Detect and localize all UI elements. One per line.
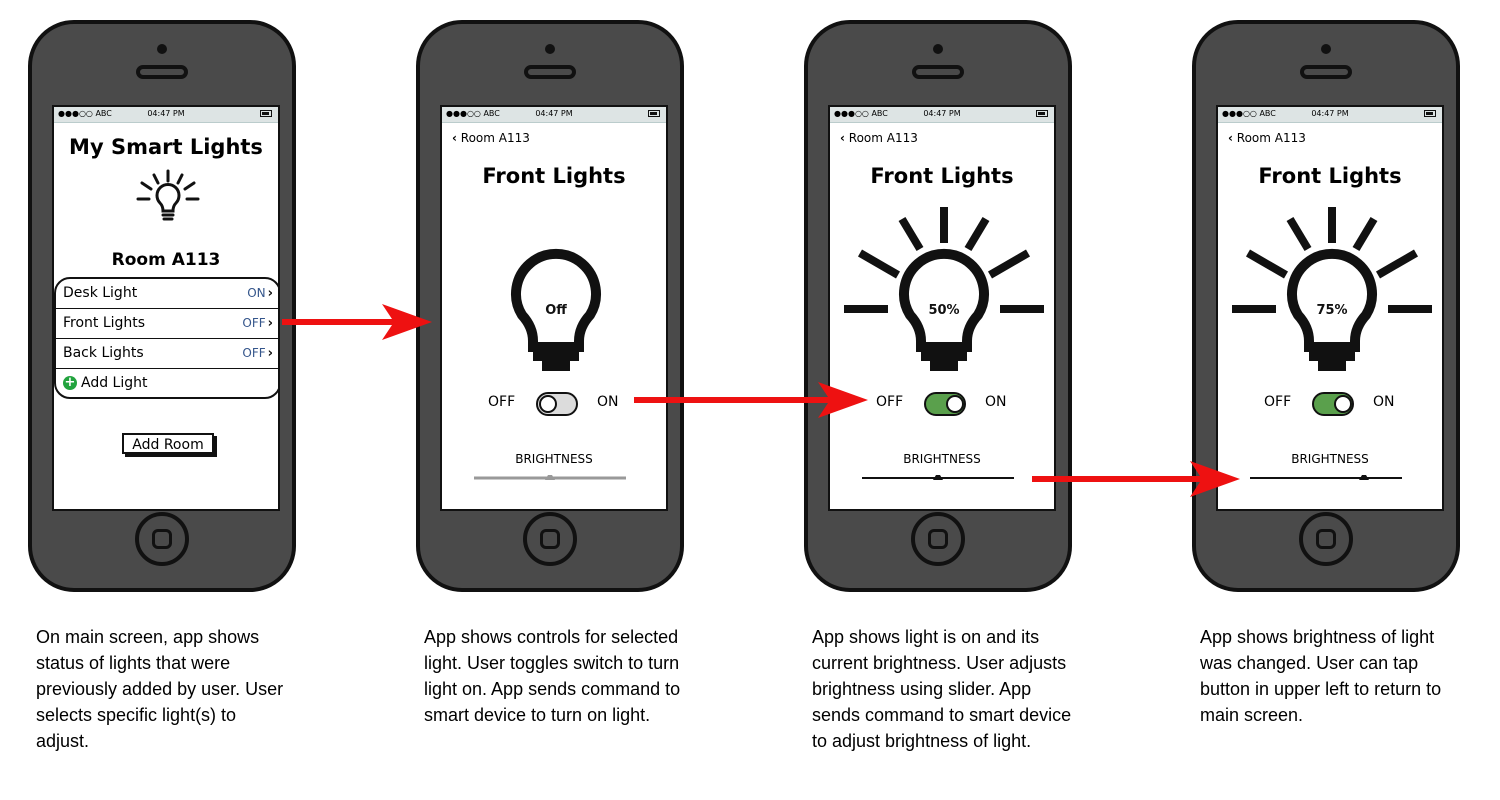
screen-main: ●●●○○ ABC 04:47 PM My Smart Lights Room … bbox=[52, 105, 280, 511]
status-bar: ●●●○○ ABC 04:47 PM bbox=[830, 107, 1054, 123]
status-bar: ●●●○○ ABC 04:47 PM bbox=[442, 107, 666, 123]
flow-arrow-1 bbox=[282, 304, 432, 340]
add-light-label: Add Light bbox=[81, 375, 148, 391]
caption-step-2: App shows controls for selected light. U… bbox=[424, 627, 681, 725]
caption-step-1: On main screen, app shows status of ligh… bbox=[36, 627, 284, 751]
home-button[interactable] bbox=[135, 512, 189, 566]
page-title: Front Lights bbox=[870, 164, 1014, 188]
lightbulb-icon: 50% bbox=[844, 207, 1044, 371]
lightbulb-icon: Off bbox=[511, 249, 601, 371]
power-toggle-row: OFF ON bbox=[442, 392, 666, 418]
camera-icon bbox=[157, 44, 167, 54]
chevron-left-icon: ‹ bbox=[452, 131, 457, 145]
battery-icon bbox=[260, 110, 272, 117]
light-name: Front Lights bbox=[63, 315, 146, 331]
page-title: Front Lights bbox=[1258, 164, 1402, 188]
phone-light-on-75: ●●●○○ ABC 04:47 PM ‹ Room A113 Front Lig… bbox=[1192, 20, 1460, 592]
chevron-left-icon: ‹ bbox=[840, 131, 845, 145]
chevron-right-icon: › bbox=[267, 346, 273, 361]
brightness-slider[interactable] bbox=[472, 471, 628, 485]
home-button[interactable] bbox=[1299, 512, 1353, 566]
caption-step-4: App shows brightness of light was change… bbox=[1200, 627, 1442, 725]
plus-icon: + bbox=[63, 375, 77, 390]
on-label: ON bbox=[985, 394, 1007, 410]
toggle-knob bbox=[946, 395, 964, 413]
back-button[interactable]: ‹ Room A113 bbox=[840, 131, 918, 145]
back-label: Room A113 bbox=[460, 131, 530, 145]
status-bar: ●●●○○ ABC 04:47 PM bbox=[54, 107, 278, 123]
back-label: Room A113 bbox=[848, 131, 918, 145]
status-bar: ●●●○○ ABC 04:47 PM bbox=[1218, 107, 1442, 123]
back-label: Room A113 bbox=[1236, 131, 1306, 145]
power-toggle[interactable] bbox=[536, 392, 578, 416]
page-title: My Smart Lights bbox=[69, 135, 263, 159]
battery-icon bbox=[648, 110, 660, 117]
page-title: Front Lights bbox=[482, 164, 626, 188]
on-label: ON bbox=[597, 394, 619, 410]
back-button[interactable]: ‹ Room A113 bbox=[1228, 131, 1306, 145]
camera-icon bbox=[545, 44, 555, 54]
list-item-back-lights[interactable]: Back Lights OFF › bbox=[56, 339, 278, 369]
clock: 04:47 PM bbox=[147, 109, 185, 118]
lightbulb-icon: 75% bbox=[1232, 207, 1432, 371]
off-label: OFF bbox=[488, 394, 516, 410]
phone-light-off: ●●●○○ ABC 04:47 PM ‹ Room A113 Front Lig… bbox=[416, 20, 684, 592]
brightness-slider[interactable] bbox=[860, 471, 1016, 485]
clock: 04:47 PM bbox=[1311, 109, 1349, 118]
camera-icon bbox=[1321, 44, 1331, 54]
brightness-label: BRIGHTNESS bbox=[903, 452, 981, 466]
screen-light-detail: ●●●○○ ABC 04:47 PM ‹ Room A113 Front Lig… bbox=[440, 105, 668, 511]
clock: 04:47 PM bbox=[923, 109, 961, 118]
list-item-front-lights[interactable]: Front Lights OFF › bbox=[56, 309, 278, 339]
chevron-right-icon: › bbox=[267, 316, 273, 331]
svg-text:75%: 75% bbox=[1316, 303, 1347, 318]
toggle-knob bbox=[1334, 395, 1352, 413]
flow-arrow-3 bbox=[1032, 461, 1240, 497]
speaker-icon bbox=[1300, 65, 1352, 79]
status-badge: ON › bbox=[247, 286, 273, 301]
battery-icon bbox=[1424, 110, 1436, 117]
home-button[interactable] bbox=[911, 512, 965, 566]
status-badge: OFF › bbox=[242, 346, 273, 361]
phone-main-screen: ●●●○○ ABC 04:47 PM My Smart Lights Room … bbox=[28, 20, 296, 592]
power-toggle[interactable] bbox=[924, 392, 966, 416]
room-name: Room A113 bbox=[111, 250, 221, 270]
speaker-icon bbox=[524, 65, 576, 79]
lightbulb-icon bbox=[136, 169, 200, 221]
light-list: Desk Light ON › Front Lights OFF › Back Li… bbox=[54, 277, 278, 399]
brightness-label: BRIGHTNESS bbox=[515, 452, 593, 466]
caption-step-3: App shows light is on and its current br… bbox=[812, 627, 1072, 751]
power-toggle-row: OFF ON bbox=[1218, 392, 1442, 418]
home-button[interactable] bbox=[523, 512, 577, 566]
back-button[interactable]: ‹ Room A113 bbox=[452, 131, 530, 145]
status-badge: OFF › bbox=[242, 316, 273, 331]
off-label: OFF bbox=[1264, 394, 1292, 410]
screen-light-detail: ●●●○○ ABC 04:47 PM ‹ Room A113 Front Lig… bbox=[828, 105, 1056, 511]
light-name: Back Lights bbox=[63, 345, 144, 361]
light-name: Desk Light bbox=[63, 285, 138, 301]
speaker-icon bbox=[912, 65, 964, 79]
phone-light-on-50: ●●●○○ ABC 04:47 PM ‹ Room A113 Front Lig… bbox=[804, 20, 1072, 592]
off-label: OFF bbox=[876, 394, 904, 410]
toggle-knob bbox=[539, 395, 557, 413]
speaker-icon bbox=[136, 65, 188, 79]
svg-text:50%: 50% bbox=[928, 303, 959, 318]
camera-icon bbox=[933, 44, 943, 54]
battery-icon bbox=[1036, 110, 1048, 117]
screen-light-detail: ●●●○○ ABC 04:47 PM ‹ Room A113 Front Lig… bbox=[1216, 105, 1444, 511]
on-label: ON bbox=[1373, 394, 1395, 410]
chevron-right-icon: › bbox=[267, 286, 273, 301]
add-room-button[interactable]: Add Room bbox=[122, 433, 214, 454]
chevron-left-icon: ‹ bbox=[1228, 131, 1233, 145]
brightness-label: BRIGHTNESS bbox=[1291, 452, 1369, 466]
flow-arrow-2 bbox=[634, 382, 868, 418]
power-toggle[interactable] bbox=[1312, 392, 1354, 416]
list-item-desk-light[interactable]: Desk Light ON › bbox=[56, 279, 278, 309]
clock: 04:47 PM bbox=[535, 109, 573, 118]
add-light-button[interactable]: + Add Light bbox=[56, 369, 278, 397]
svg-text:Off: Off bbox=[545, 303, 567, 318]
brightness-slider[interactable] bbox=[1248, 471, 1404, 485]
